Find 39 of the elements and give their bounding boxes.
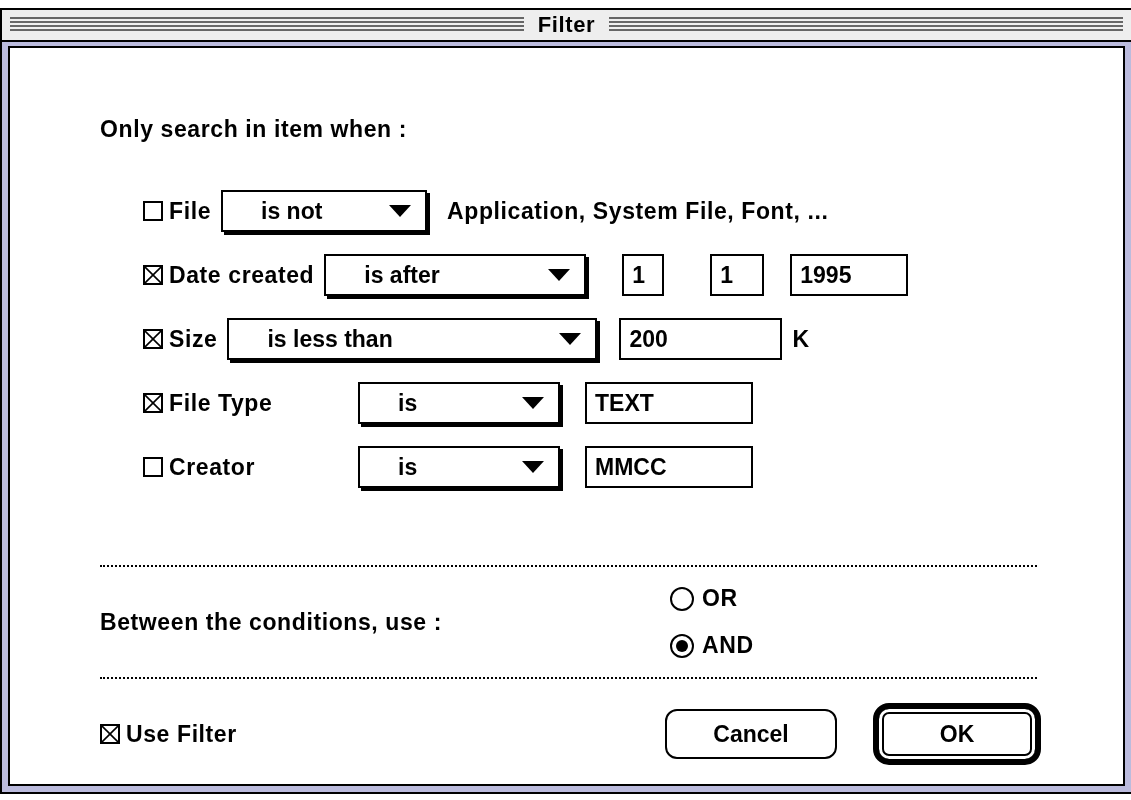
input-field[interactable]: TEXT [585, 382, 753, 424]
radio-button[interactable] [670, 586, 694, 611]
input-field[interactable]: 1 [622, 254, 665, 296]
checkbox-label: Size [169, 325, 218, 353]
input-field[interactable]: 1 [710, 254, 765, 296]
popup-menu[interactable]: is [358, 382, 560, 424]
section-heading: Only search in item when : [100, 116, 408, 143]
ok-button[interactable]: OK [873, 703, 1041, 765]
caret-icon [522, 397, 544, 409]
checkbox[interactable] [143, 457, 163, 477]
combine-label: Between the conditions, use : [100, 608, 443, 636]
input-field[interactable]: 1995 [790, 254, 909, 296]
popup-menu[interactable]: is less than [227, 318, 598, 360]
checkbox[interactable] [143, 265, 163, 285]
caret-icon [389, 205, 412, 217]
checkbox-label: File Type [169, 389, 273, 417]
radio-button[interactable] [670, 633, 694, 658]
popup-menu[interactable]: is [358, 446, 560, 488]
unit-label: K [792, 325, 810, 353]
popup-menu[interactable]: is not [221, 190, 428, 232]
checkbox[interactable] [143, 329, 163, 349]
input-field[interactable]: MMCC [585, 446, 753, 488]
checkbox[interactable] [143, 393, 163, 413]
checkbox-label: Date created [169, 261, 315, 289]
popup-menu[interactable]: is after [324, 254, 587, 296]
caret-icon [559, 333, 582, 345]
checkbox[interactable] [100, 724, 120, 744]
window-title: Filter [536, 12, 597, 38]
radio-label: OR [702, 585, 738, 612]
checkbox-label: File [169, 197, 212, 225]
checkbox-label: Use Filter [126, 720, 237, 748]
caret-icon [548, 269, 571, 281]
checkbox[interactable] [143, 201, 163, 221]
radio-label: AND [702, 632, 754, 659]
checkbox-label: Creator [169, 453, 255, 481]
criteria-text: Application, System File, Font, ... [447, 197, 829, 225]
input-field[interactable]: 200 [619, 318, 783, 360]
cancel-button[interactable]: Cancel [665, 709, 837, 759]
caret-icon [522, 461, 544, 473]
